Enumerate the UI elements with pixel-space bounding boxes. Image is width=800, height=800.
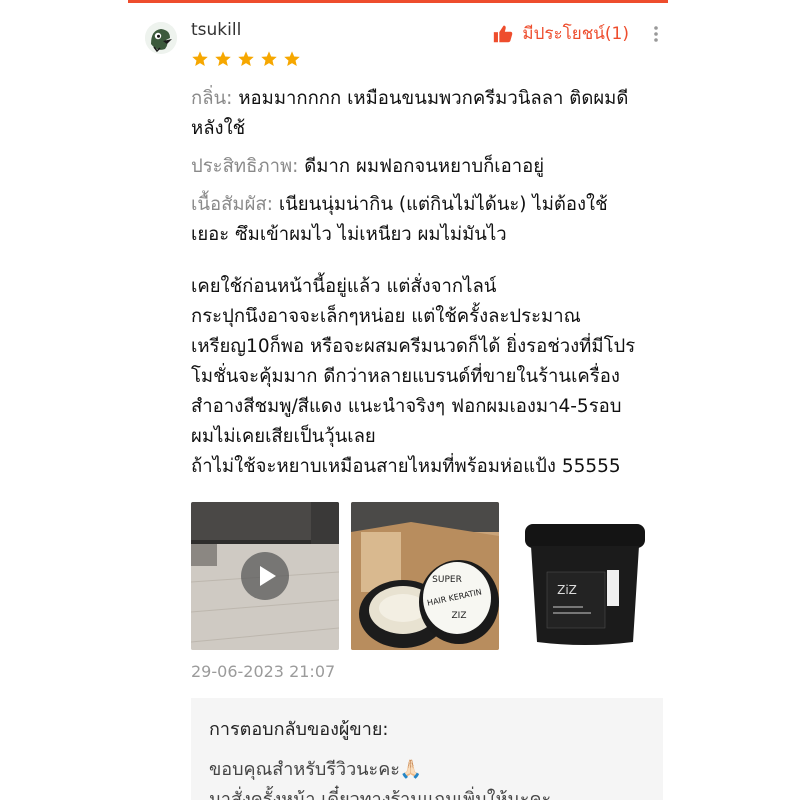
open-jar-illustration: SUPER HAIR KERATIN ZIZ <box>351 502 499 650</box>
attribute-value: ดีมาก ผมฟอกจนหยาบก็เอาอยู่ <box>304 156 545 177</box>
seller-reply-box: การตอบกลับของผู้ขาย: ขอบคุณสำหรับรีวิวนะ… <box>191 698 663 800</box>
jar-brand-text: ZiZ <box>557 583 577 597</box>
attribute-texture: เนื้อสัมผัส: เนียนนุ่มน่ากิน (แต่กินไม่ไ… <box>191 190 661 250</box>
jar-illustration: ZiZ <box>511 502 659 650</box>
star-icon <box>192 51 208 67</box>
lid-text-line-3: ZIZ <box>452 611 467 621</box>
attribute-value: เยอะ ซึมเข้าผมไว ไม่เหนียว ผมไม่มันไว <box>191 224 507 245</box>
star-icon <box>215 51 231 67</box>
star-icon <box>238 51 254 67</box>
star-icon <box>284 51 300 67</box>
paragraph-line: ผมไม่เคยเสียเป็นวุ้นเลย <box>191 426 376 447</box>
review-body: กลิ่น: หอมมากกกก เหมือนขนมพวกครีมวนิลลา … <box>191 84 661 482</box>
helpful-control: มีประโยชน์(1) <box>492 20 665 47</box>
attribute-value: เนียนนุ่มน่ากิน (แต่กินไม่ได้นะ) ไม่ต้อง… <box>278 194 608 215</box>
attribute-effectiveness: ประสิทธิภาพ: ดีมาก ผมฟอกจนหยาบก็เอาอยู่ <box>191 152 661 182</box>
review-date: 29-06-2023 21:07 <box>191 662 336 681</box>
seller-reply-line: มาสั่งครั้งหน้า เดี๋ยวทางร้านแถมเพิ่มให้… <box>209 789 552 800</box>
seller-reply-line: ขอบคุณสำหรับรีวิวนะคะ🙏🏻 <box>209 759 423 780</box>
attribute-value: หลังใช้ <box>191 118 246 139</box>
play-icon[interactable] <box>241 552 289 600</box>
review-card: tsukill มีประโยชน์(1) กลิ่น: หอมมากกกก เ… <box>145 10 665 800</box>
paragraph-line: เหรียญ10ก็พอ หรือจะผสมครีมนวดก็ได้ ยิ่งร… <box>191 336 636 357</box>
star-rating <box>191 50 301 68</box>
paragraph-line: กระปุกนึงอาจจะเล็กๆหน่อย แต่ใช้ครั้งละปร… <box>191 306 581 327</box>
seller-reply-title: การตอบกลับของผู้ขาย: <box>209 719 389 740</box>
avatar-illustration-icon <box>145 22 177 54</box>
lid-text-line-1: SUPER <box>432 575 462 585</box>
attribute-label: เนื้อสัมผัส: <box>191 194 273 215</box>
paragraph-line: สำอางสีชมพู/สีแดง แนะนำจริงๆ ฟอกผมเองมา4… <box>191 396 622 417</box>
paragraph-line: ถ้าไม่ใช้จะหยาบเหมือนสายไหมที่พร้อมห่อแป… <box>191 456 621 477</box>
review-username[interactable]: tsukill <box>191 20 241 40</box>
helpful-count-label[interactable]: มีประโยชน์(1) <box>522 20 629 47</box>
user-avatar[interactable] <box>145 22 177 54</box>
attribute-value: หอมมากกกก เหมือนขนมพวกครีมวนิลลา ติดผมดี <box>238 88 629 109</box>
paragraph-line: โมชั่นจะคุ้มมาก ดีกว่าหลายแบรนด์ที่ขายใน… <box>191 366 620 387</box>
attribute-label: ประสิทธิภาพ: <box>191 156 299 177</box>
review-media: SUPER HAIR KERATIN ZIZ ZiZ <box>191 502 659 650</box>
attribute-smell: กลิ่น: หอมมากกกก เหมือนขนมพวกครีมวนิลลา … <box>191 84 661 144</box>
review-paragraph: เคยใช้ก่อนหน้านี้อยู่แล้ว แต่สั่งจากไลน์… <box>191 272 661 482</box>
star-icon <box>261 51 277 67</box>
product-photo-open-jar[interactable]: SUPER HAIR KERATIN ZIZ <box>351 502 499 650</box>
video-thumbnail[interactable] <box>191 502 339 650</box>
attribute-label: กลิ่น: <box>191 88 233 109</box>
thumbs-up-icon[interactable] <box>492 23 514 45</box>
top-accent-bar <box>128 0 668 3</box>
paragraph-line: เคยใช้ก่อนหน้านี้อยู่แล้ว แต่สั่งจากไลน์ <box>191 276 497 297</box>
product-photo-jar[interactable]: ZiZ <box>511 502 659 650</box>
more-options-icon[interactable] <box>647 25 665 43</box>
